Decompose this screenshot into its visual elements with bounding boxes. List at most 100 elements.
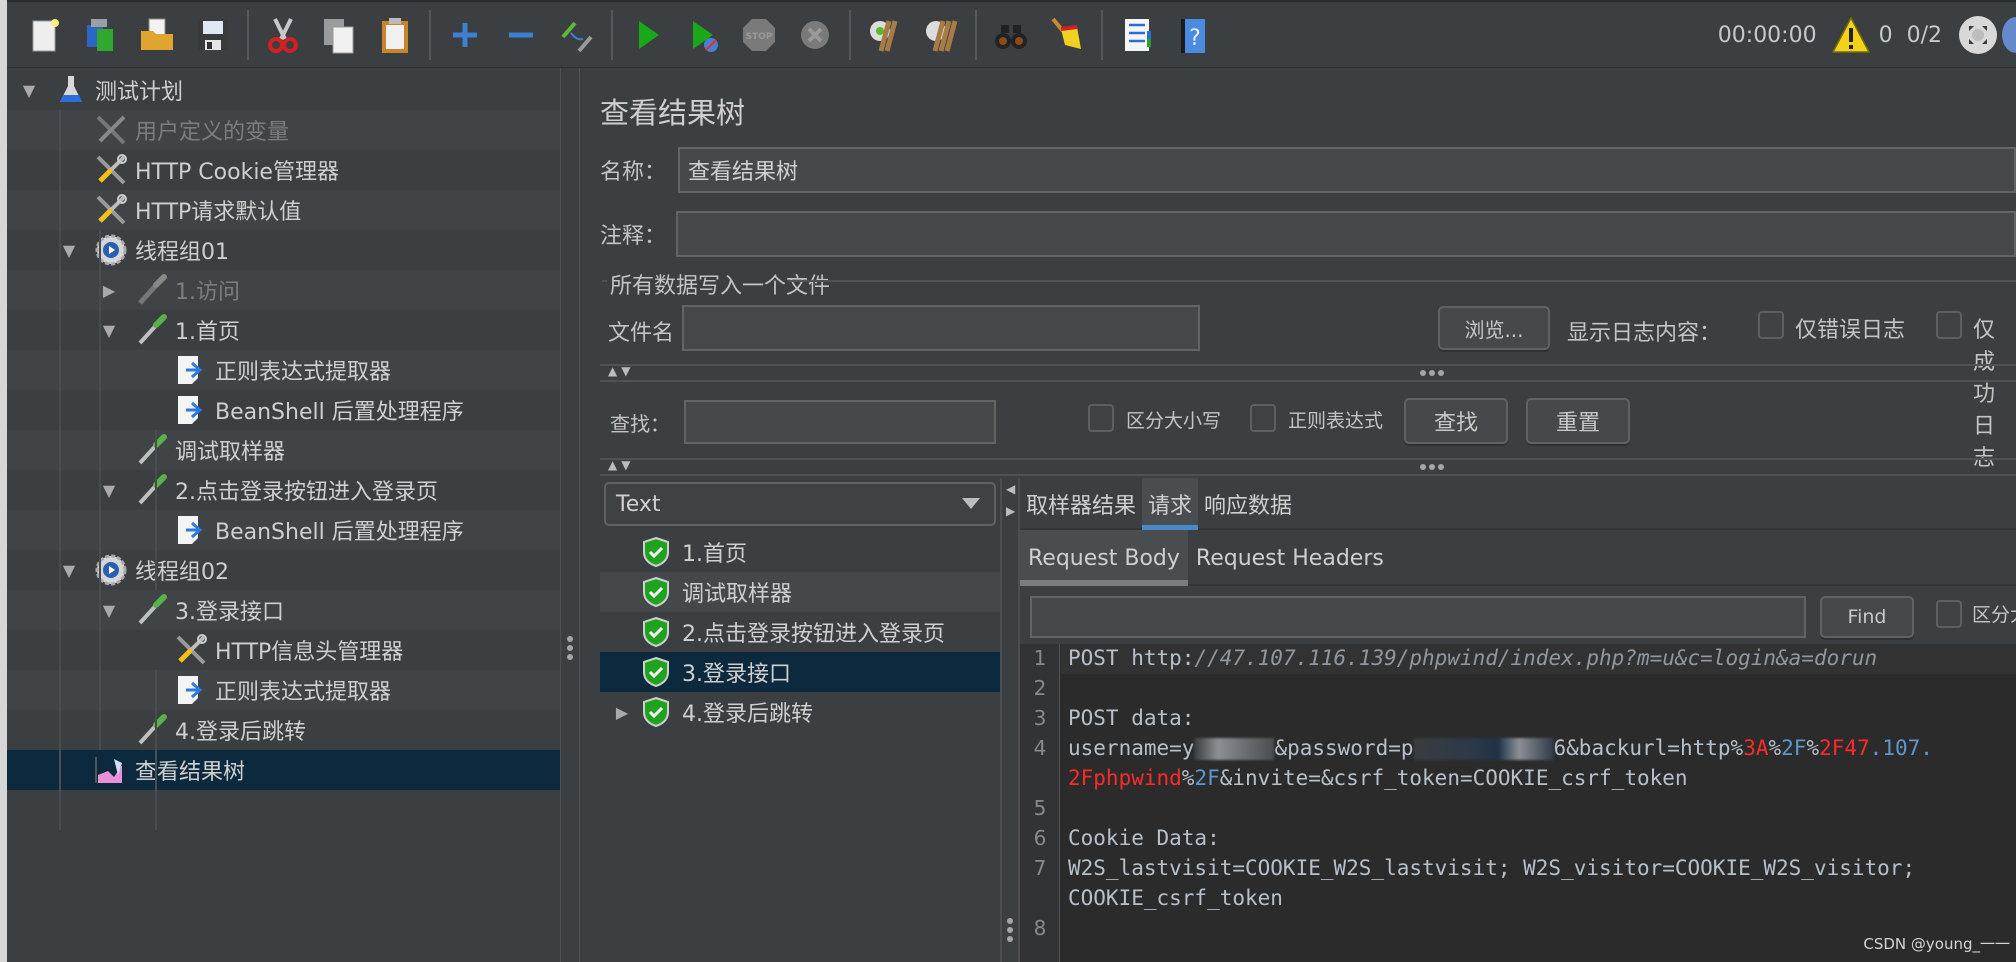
search-icon — [995, 24, 1027, 49]
tree-item[interactable]: ▼ 1.首页 — [7, 310, 560, 350]
line-number: 5 — [1033, 796, 1047, 820]
tree-item[interactable]: ▼ 3.登录接口 — [7, 590, 560, 630]
cut-button[interactable] — [259, 11, 307, 59]
collapse-all-button[interactable] — [497, 11, 545, 59]
tree-item-label: 正则表达式提取器 — [215, 360, 392, 385]
search-input[interactable] — [684, 400, 996, 444]
toggle-button[interactable] — [553, 11, 601, 59]
fieldset-border — [602, 280, 607, 282]
fieldset-border — [788, 280, 2016, 282]
tree-item-label: HTTP请求默认值 — [135, 200, 302, 225]
tree-item[interactable]: 正则表达式提取器 — [7, 670, 560, 710]
request-body-editor[interactable]: 1 2 3 4 5 6 7 8 POST http://47.107.116.139/phpw… — [1020, 644, 2016, 962]
reset-button[interactable]: 重置 — [1526, 398, 1630, 444]
body-case-checkbox[interactable] — [1936, 600, 1962, 628]
tree-item[interactable]: HTTP Cookie管理器 — [7, 150, 560, 190]
collapse-arrow-icon[interactable]: ▶ — [99, 280, 119, 300]
expand-arrow-icon[interactable]: ▼ — [99, 320, 119, 340]
body-find-input[interactable] — [1030, 596, 1806, 638]
body-find-bar: Find 区分大小写 — [1020, 586, 2016, 644]
save-icon — [198, 19, 228, 50]
tree-item[interactable]: ▼ 2.点击登录按钮进入登录页 — [7, 470, 560, 510]
clear-all-button[interactable] — [917, 11, 965, 59]
start-button[interactable] — [623, 11, 671, 59]
help-button[interactable]: ? — [1169, 11, 1217, 59]
subtab-0[interactable]: Request Body — [1020, 530, 1188, 586]
collapse-left-icon[interactable]: ◀ — [1006, 482, 1015, 496]
redacted-password — [1413, 738, 1554, 760]
tab-1[interactable]: 请求 — [1142, 478, 1199, 530]
new-button[interactable] — [21, 11, 69, 59]
warning-icon[interactable] — [1831, 16, 1871, 54]
filename-input[interactable] — [682, 305, 1200, 351]
tree-guide-line — [59, 110, 61, 830]
result-item[interactable]: 调试取样器 — [600, 572, 1000, 612]
save-button[interactable] — [189, 11, 237, 59]
result-item[interactable]: 2.点击登录按钮进入登录页 — [600, 612, 1000, 652]
shutdown-button[interactable] — [791, 11, 839, 59]
function-helper-button[interactable] — [1113, 11, 1161, 59]
collapse-right-icon[interactable]: ▶ — [1006, 504, 1015, 518]
results-splitter[interactable]: ◀ ▶ — [1000, 478, 1020, 962]
splitter-arrows-icon[interactable]: ▲▼ — [608, 364, 634, 378]
search-button[interactable] — [987, 11, 1035, 59]
case-sensitive-checkbox[interactable] — [1088, 404, 1114, 432]
expand-all-button[interactable] — [441, 11, 489, 59]
tree-item[interactable]: 用户定义的变量 — [7, 110, 560, 150]
tree-item[interactable]: ▼ 线程组02 — [7, 550, 560, 590]
result-item[interactable]: 3.登录接口 — [600, 652, 1000, 692]
expand-arrow-icon[interactable]: ▼ — [99, 480, 119, 500]
tree-item[interactable]: HTTP信息头管理器 — [7, 630, 560, 670]
find-button[interactable]: 查找 — [1404, 398, 1508, 444]
tree-splitter[interactable] — [560, 68, 580, 962]
tree-item[interactable]: ▶ 1.访问 — [7, 270, 560, 310]
splitter-arrows-icon[interactable]: ▲▼ — [608, 458, 634, 472]
toolbar-separator — [429, 9, 431, 60]
tree-item[interactable]: 调试取样器 — [7, 430, 560, 470]
tree-item[interactable]: BeanShell 后置处理程序 — [7, 510, 560, 550]
success-only-checkbox[interactable] — [1936, 311, 1962, 339]
tab-2[interactable]: 响应数据 — [1198, 478, 1298, 530]
tree-item[interactable]: BeanShell 后置处理程序 — [7, 390, 560, 430]
plugins-manager-icon[interactable] — [2000, 13, 2016, 57]
expand-arrow-icon[interactable]: ▼ — [19, 80, 39, 100]
tree-item[interactable]: ▼ 测试计划 — [7, 70, 560, 110]
tab-0[interactable]: 取样器结果 — [1020, 478, 1142, 530]
tree-item[interactable]: 查看结果树 — [7, 750, 560, 790]
remote-engines-icon[interactable] — [1956, 13, 2000, 57]
body-find-button[interactable]: Find — [1820, 596, 1914, 638]
expand-arrow-icon[interactable]: ▼ — [59, 240, 79, 260]
horizontal-splitter[interactable]: ▲▼ — [600, 458, 2016, 476]
tree-item[interactable]: ▼ 线程组01 — [7, 230, 560, 270]
expand-arrow-icon[interactable]: ▼ — [59, 560, 79, 580]
tree-item[interactable]: 正则表达式提取器 — [7, 350, 560, 390]
log-content-label: 显示日志内容： — [1567, 321, 1722, 346]
expand-arrow-icon[interactable]: ▼ — [99, 600, 119, 620]
result-item[interactable]: 1.首页 — [600, 532, 1000, 572]
copy-button[interactable] — [315, 11, 363, 59]
name-input[interactable]: 查看结果树 — [678, 147, 2016, 193]
paste-button[interactable] — [371, 11, 419, 59]
stop-button[interactable]: STOP — [735, 11, 783, 59]
warning-count: 0 — [1878, 22, 1893, 48]
templates-button[interactable] — [77, 11, 125, 59]
subtab-1[interactable]: Request Headers — [1188, 530, 1392, 586]
regex-checkbox[interactable] — [1250, 404, 1276, 432]
shutdown-icon — [801, 20, 829, 49]
tree-guide-line — [155, 550, 157, 590]
horizontal-splitter[interactable]: ▲▼ — [600, 364, 2016, 382]
browse-button[interactable]: 浏览... — [1438, 306, 1550, 350]
success-shield-icon — [643, 696, 669, 728]
start-no-pauses-button[interactable] — [679, 11, 727, 59]
clear-button[interactable] — [861, 11, 909, 59]
tree-item[interactable]: 4.登录后跳转 — [7, 710, 560, 750]
reset-search-button[interactable] — [1043, 11, 1091, 59]
result-item[interactable]: ▶ 4.登录后跳转 — [600, 692, 1000, 732]
comment-input[interactable] — [676, 211, 2016, 257]
renderer-select[interactable]: Text — [604, 482, 996, 526]
tree-item[interactable]: HTTP请求默认值 — [7, 190, 560, 230]
expand-arrow-icon[interactable]: ▶ — [604, 703, 640, 722]
open-button[interactable] — [133, 11, 181, 59]
errors-only-checkbox[interactable] — [1758, 311, 1784, 339]
